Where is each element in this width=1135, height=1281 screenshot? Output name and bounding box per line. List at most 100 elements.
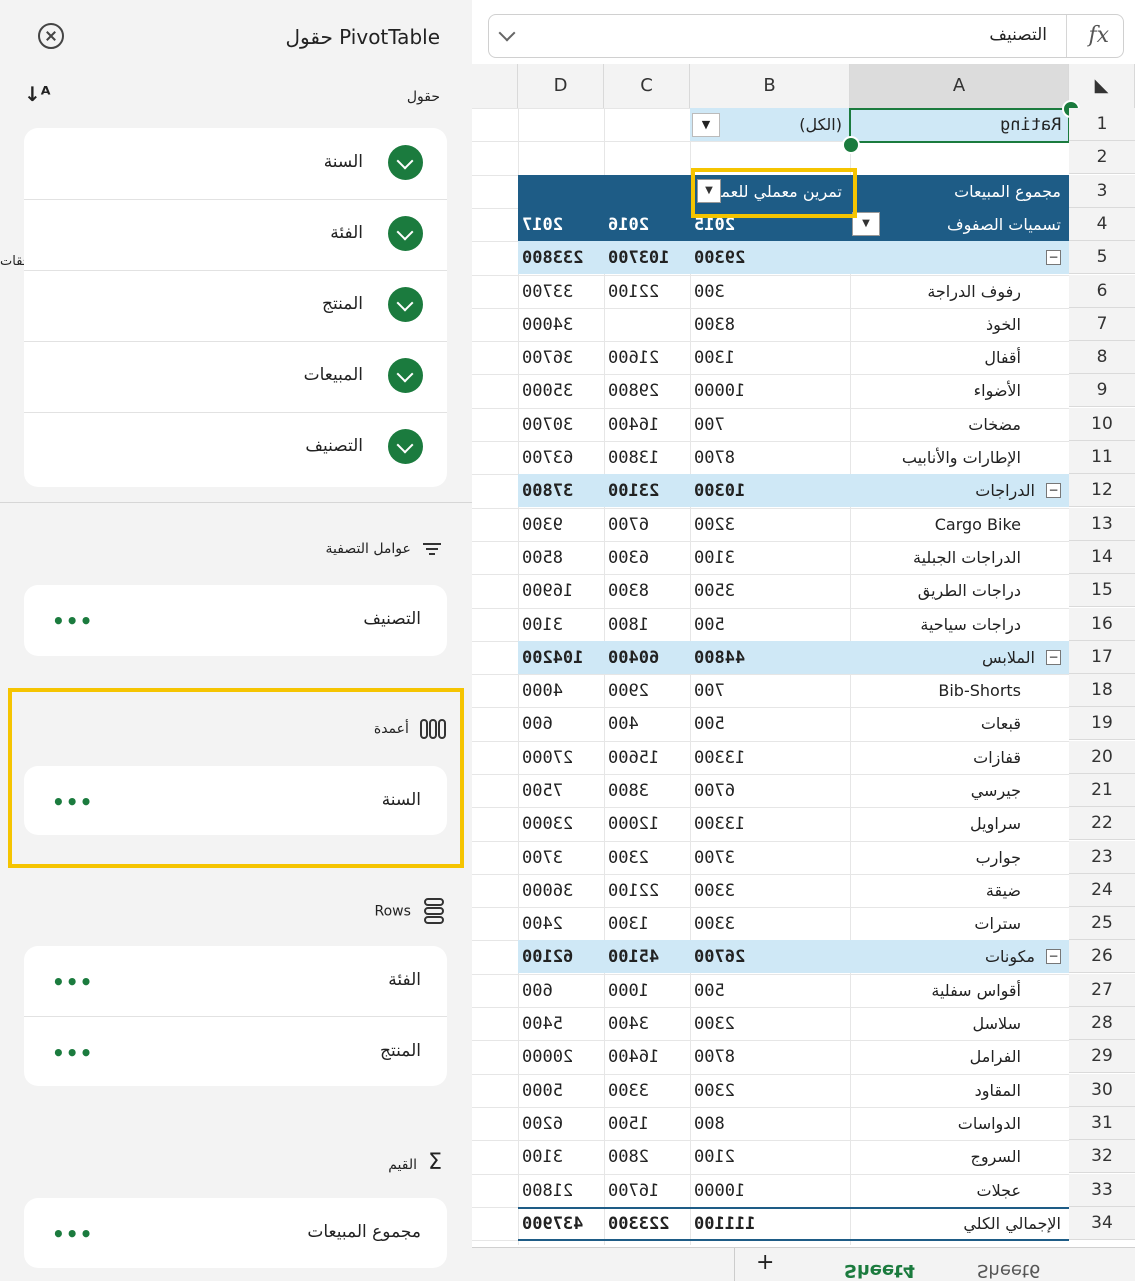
row-header[interactable]: 6	[1069, 275, 1135, 308]
item-value-cell[interactable]: 27000	[518, 741, 604, 774]
item-value-cell[interactable]: 8500	[518, 541, 604, 574]
row-header[interactable]: 34	[1069, 1207, 1135, 1240]
item-value-cell[interactable]: 9300	[518, 508, 604, 541]
item-value-cell[interactable]: 600	[518, 707, 604, 740]
item-value-cell[interactable]: 4000	[518, 674, 604, 707]
item-value-cell[interactable]: 500	[690, 608, 850, 641]
row-header[interactable]: 7	[1069, 308, 1135, 341]
row-header[interactable]: 2	[1069, 141, 1135, 174]
item-value-cell[interactable]: 2300	[690, 1007, 850, 1040]
row-header[interactable]: 18	[1069, 674, 1135, 707]
row-header[interactable]: 32	[1069, 1140, 1135, 1173]
item-value-cell[interactable]: 3100	[518, 1140, 604, 1173]
item-label-cell[interactable]: الأضواء	[850, 374, 1069, 407]
item-label-cell[interactable]: سلاسل	[850, 1007, 1069, 1040]
tab-sheet4[interactable]: Sheet4	[844, 1260, 915, 1281]
column-header-b[interactable]: B	[690, 64, 850, 108]
item-value-cell[interactable]: 400	[604, 707, 690, 740]
row-header[interactable]: 22	[1069, 807, 1135, 840]
formula-bar[interactable]: fx التصنيف	[488, 14, 1124, 58]
row-header[interactable]: 20	[1069, 741, 1135, 774]
group-value-cell[interactable]: 233800	[518, 241, 604, 274]
item-value-cell[interactable]: 33700	[518, 275, 604, 308]
more-icon[interactable]: •••	[52, 790, 93, 814]
item-label-cell[interactable]: ضيقة	[850, 874, 1069, 907]
item-label-cell[interactable]: أقواس سفلية	[850, 974, 1069, 1007]
item-value-cell[interactable]: 3700	[518, 841, 604, 874]
value-item[interactable]: مجموع المبيعات •••	[24, 1198, 447, 1268]
item-value-cell[interactable]: 6200	[518, 1107, 604, 1140]
item-value-cell[interactable]: 13800	[604, 441, 690, 474]
row-header[interactable]: 25	[1069, 907, 1135, 940]
row-header[interactable]: 26	[1069, 940, 1135, 973]
row-header[interactable]: 14	[1069, 541, 1135, 574]
item-value-cell[interactable]: 10000	[690, 374, 850, 407]
item-value-cell[interactable]: 21800	[518, 1174, 604, 1207]
chevron-down-icon[interactable]	[498, 24, 516, 42]
group-label-cell[interactable]: الملابس	[850, 641, 1069, 674]
item-value-cell[interactable]: 8300	[690, 308, 850, 341]
item-value-cell[interactable]: 21600	[604, 341, 690, 374]
item-label-cell[interactable]: رفوف الدراجة	[850, 275, 1069, 308]
group-value-cell[interactable]: 44800	[690, 641, 850, 674]
group-value-cell[interactable]: 45100	[604, 940, 690, 973]
item-value-cell[interactable]: 2300	[690, 1074, 850, 1107]
column-header-a[interactable]: A	[850, 64, 1069, 108]
add-sheet-button[interactable]: +	[756, 1250, 774, 1275]
item-value-cell[interactable]: 3100	[690, 541, 850, 574]
field-item[interactable]: السنة	[24, 128, 447, 198]
row-header[interactable]: 10	[1069, 408, 1135, 441]
selected-cell[interactable]	[849, 108, 1070, 143]
item-label-cell[interactable]: الدواسات	[850, 1107, 1069, 1140]
item-value-cell[interactable]: 16900	[518, 574, 604, 607]
item-value-cell[interactable]: 22100	[604, 874, 690, 907]
group-value-cell[interactable]: 29300	[690, 241, 850, 274]
item-value-cell[interactable]: 12000	[604, 807, 690, 840]
row-header[interactable]: 30	[1069, 1074, 1135, 1107]
field-item[interactable]: التصنيف	[24, 412, 447, 482]
item-value-cell[interactable]: 6700	[604, 508, 690, 541]
item-value-cell[interactable]: 13300	[690, 807, 850, 840]
item-value-cell[interactable]: 3400	[604, 1007, 690, 1040]
row-header[interactable]: 31	[1069, 1107, 1135, 1140]
item-label-cell[interactable]: قفازات	[850, 741, 1069, 774]
item-value-cell[interactable]: 300	[690, 275, 850, 308]
collapse-icon[interactable]: −	[1046, 483, 1061, 498]
dropdown-icon[interactable]: ▼	[692, 113, 720, 137]
tab-sheet6[interactable]: Sheet6	[977, 1260, 1041, 1281]
values-header-cell[interactable]: مجموع المبيعات	[850, 175, 1069, 208]
item-value-cell[interactable]: 30700	[518, 408, 604, 441]
item-value-cell[interactable]: 1300	[690, 341, 850, 374]
grand-total-label[interactable]: الإجمالي الكلي	[850, 1207, 1069, 1240]
collapse-icon[interactable]: −	[1046, 250, 1061, 265]
more-icon[interactable]: •••	[52, 970, 93, 994]
item-value-cell[interactable]: 15600	[604, 741, 690, 774]
grand-total-value[interactable]: 437900	[518, 1207, 604, 1240]
item-value-cell[interactable]: 3300	[690, 907, 850, 940]
row-header[interactable]: 8	[1069, 341, 1135, 374]
group-value-cell[interactable]: 23100	[604, 474, 690, 507]
row-header[interactable]: 21	[1069, 774, 1135, 807]
item-value-cell[interactable]: 16400	[604, 408, 690, 441]
item-label-cell[interactable]: Bib-Shorts	[850, 674, 1069, 707]
checkbox-icon[interactable]	[388, 145, 423, 180]
formula-text[interactable]: التصنيف	[989, 25, 1047, 45]
item-value-cell[interactable]: 8700	[690, 441, 850, 474]
row-header[interactable]: 5	[1069, 241, 1135, 274]
item-value-cell[interactable]: 3300	[604, 1074, 690, 1107]
item-value-cell[interactable]: 700	[690, 408, 850, 441]
item-value-cell[interactable]: 3700	[690, 841, 850, 874]
group-value-cell[interactable]: 60400	[604, 641, 690, 674]
item-label-cell[interactable]: الدراجات الجبلية	[850, 541, 1069, 574]
row-header[interactable]: 4	[1069, 208, 1135, 241]
grand-total-value[interactable]: 223300	[604, 1207, 690, 1240]
item-label-cell[interactable]: الإطارات والأنابيب	[850, 441, 1069, 474]
row-header[interactable]: 28	[1069, 1007, 1135, 1040]
item-value-cell[interactable]: 800	[690, 1107, 850, 1140]
more-icon[interactable]: •••	[52, 609, 93, 633]
item-value-cell[interactable]: 36700	[518, 341, 604, 374]
item-label-cell[interactable]: أقفال	[850, 341, 1069, 374]
grand-total-value[interactable]: 111100	[690, 1207, 850, 1240]
column-header-c[interactable]: C	[604, 64, 690, 108]
item-value-cell[interactable]: 36000	[518, 874, 604, 907]
